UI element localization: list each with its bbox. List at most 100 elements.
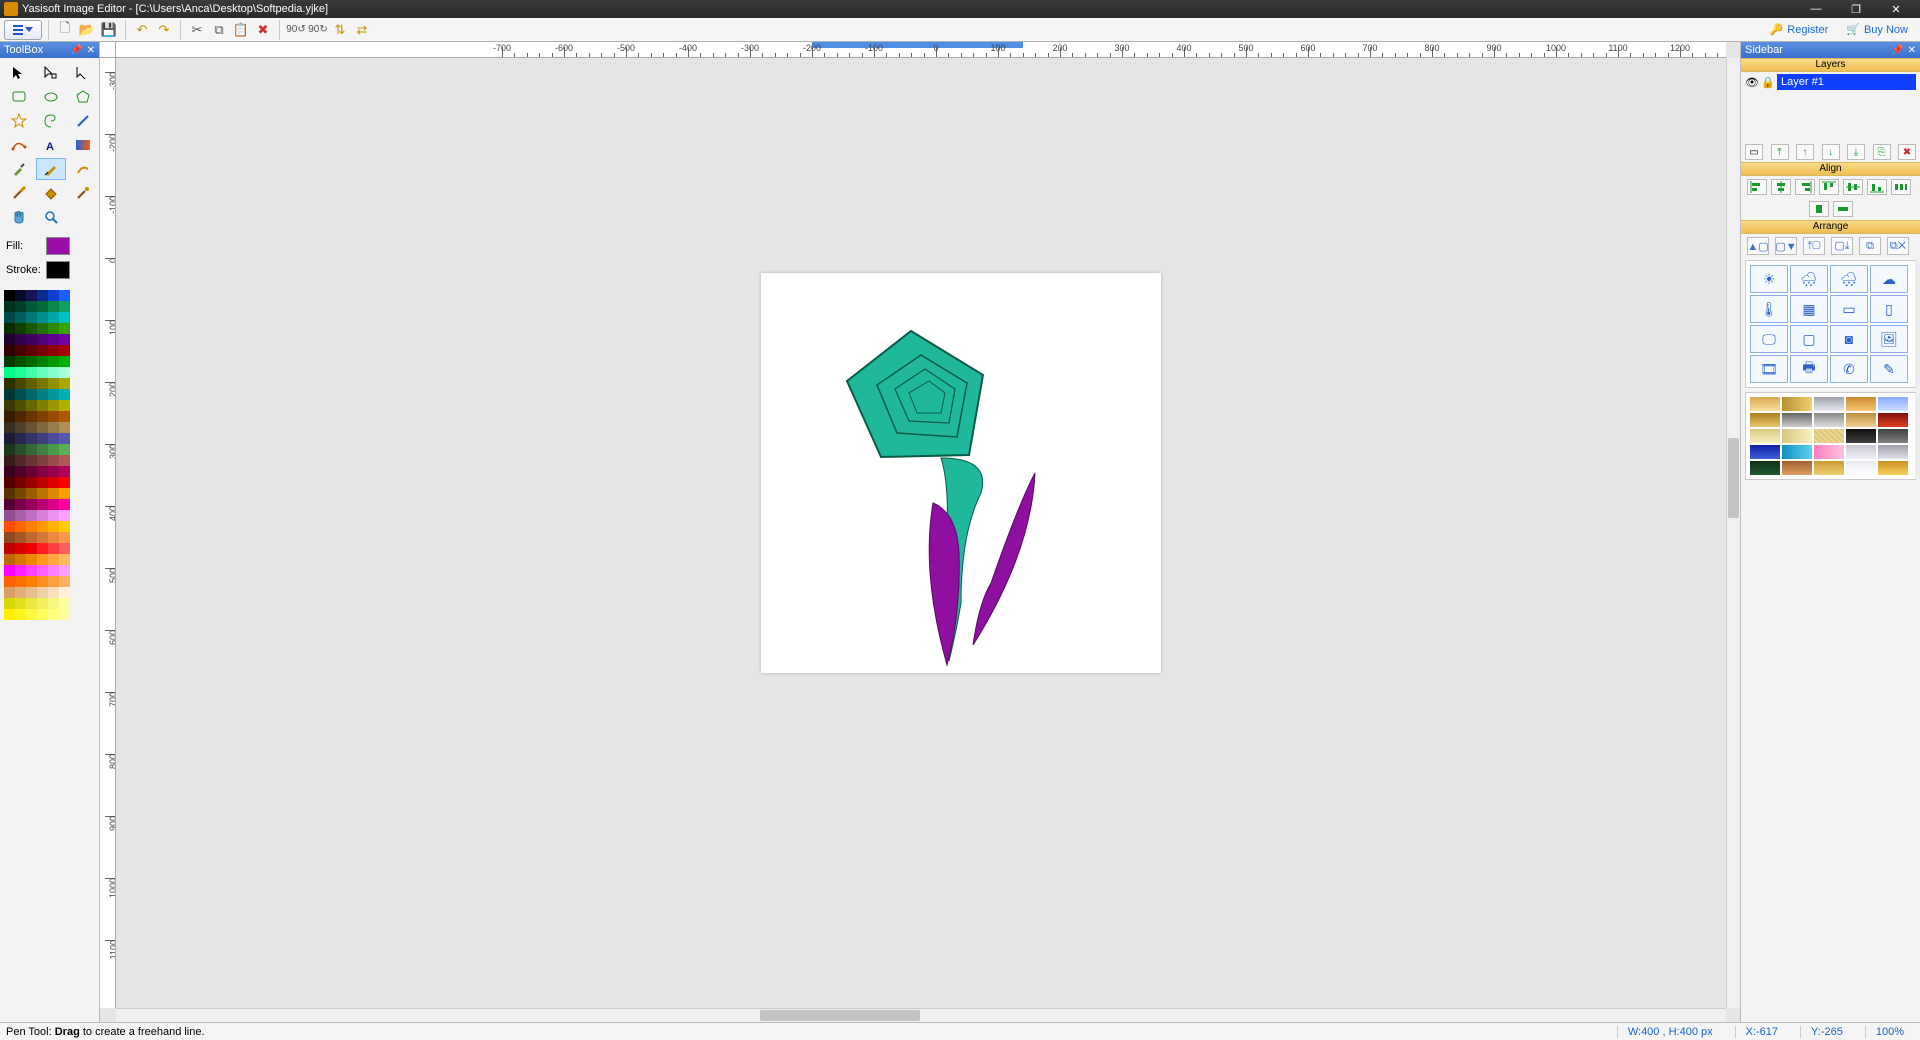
palette-swatch[interactable]	[15, 521, 26, 532]
delete-icon[interactable]: ✖	[253, 20, 273, 40]
copy-icon[interactable]: ⧉	[209, 20, 229, 40]
palette-swatch[interactable]	[48, 301, 59, 312]
palette-swatch[interactable]	[48, 378, 59, 389]
duplicate-layer-button[interactable]: ⎘	[1873, 144, 1891, 160]
lock-icon[interactable]: 🔒	[1761, 76, 1775, 89]
palette-swatch[interactable]	[59, 466, 70, 477]
save-file-icon[interactable]: 💾	[99, 20, 119, 40]
palette-swatch[interactable]	[48, 554, 59, 565]
palette-swatch[interactable]	[26, 400, 37, 411]
palette-swatch[interactable]	[37, 488, 48, 499]
layer-bottom-button[interactable]: ⤓	[1847, 144, 1865, 160]
palette-swatch[interactable]	[59, 609, 70, 620]
palette-swatch[interactable]	[37, 334, 48, 345]
select-tool[interactable]	[4, 62, 34, 84]
align-right-button[interactable]	[1795, 179, 1815, 195]
artboard[interactable]	[761, 273, 1161, 673]
layer-down-button[interactable]: ↓	[1822, 144, 1840, 160]
palette-swatch[interactable]	[4, 609, 15, 620]
gradient-swatch[interactable]	[1782, 429, 1812, 443]
palette-swatch[interactable]	[59, 477, 70, 488]
palette-swatch[interactable]	[59, 334, 70, 345]
gradient-swatch[interactable]	[1878, 413, 1908, 427]
shape-film[interactable]: 🎞	[1750, 355, 1788, 383]
palette-swatch[interactable]	[48, 433, 59, 444]
palette-swatch[interactable]	[26, 521, 37, 532]
palette-swatch[interactable]	[15, 477, 26, 488]
palette-swatch[interactable]	[26, 334, 37, 345]
palette-swatch[interactable]	[4, 521, 15, 532]
gradient-swatch[interactable]	[1846, 413, 1876, 427]
palette-swatch[interactable]	[37, 422, 48, 433]
eyedropper-tool[interactable]	[4, 158, 34, 180]
shape-camera[interactable]: ◙	[1830, 325, 1868, 353]
palette-swatch[interactable]	[59, 499, 70, 510]
ellipse-tool[interactable]	[36, 86, 66, 108]
align-center-v-button[interactable]	[1843, 179, 1863, 195]
palette-swatch[interactable]	[4, 400, 15, 411]
palette-swatch[interactable]	[59, 455, 70, 466]
palette-swatch[interactable]	[26, 466, 37, 477]
palette-swatch[interactable]	[37, 521, 48, 532]
gradient-swatch[interactable]	[1846, 429, 1876, 443]
palette-swatch[interactable]	[37, 455, 48, 466]
palette-swatch[interactable]	[15, 587, 26, 598]
layer-name[interactable]: Layer #1	[1777, 74, 1916, 90]
palette-swatch[interactable]	[15, 389, 26, 400]
bring-forward-button[interactable]: ▲▢	[1747, 237, 1769, 255]
palette-swatch[interactable]	[59, 554, 70, 565]
center-canvas-h-button[interactable]	[1809, 201, 1829, 217]
main-menu-button[interactable]	[4, 20, 42, 40]
palette-swatch[interactable]	[4, 466, 15, 477]
gradient-swatch[interactable]	[1814, 461, 1844, 475]
gradient-swatch[interactable]	[1846, 397, 1876, 411]
palette-swatch[interactable]	[59, 488, 70, 499]
palette-swatch[interactable]	[48, 576, 59, 587]
palette-swatch[interactable]	[4, 345, 15, 356]
align-bottom-button[interactable]	[1867, 179, 1887, 195]
ungroup-button[interactable]: ⧉✕	[1887, 237, 1909, 255]
palette-swatch[interactable]	[37, 389, 48, 400]
rotate-cw-icon[interactable]: 90↻	[308, 20, 328, 40]
shape-rain[interactable]: 🌧	[1790, 265, 1828, 293]
palette-swatch[interactable]	[26, 554, 37, 565]
redo-icon[interactable]: ↷	[154, 20, 174, 40]
shape-window[interactable]: ▭	[1830, 295, 1868, 323]
gradient-swatch[interactable]	[1750, 445, 1780, 459]
layer-top-button[interactable]: ⤒	[1771, 144, 1789, 160]
palette-swatch[interactable]	[15, 488, 26, 499]
palette-swatch[interactable]	[48, 532, 59, 543]
palette-swatch[interactable]	[48, 389, 59, 400]
new-file-icon[interactable]: 🗋	[55, 20, 75, 40]
palette-swatch[interactable]	[26, 290, 37, 301]
palette-swatch[interactable]	[48, 323, 59, 334]
buy-now-link[interactable]: 🛒 Buy Now	[1846, 23, 1908, 36]
palette-swatch[interactable]	[37, 356, 48, 367]
palette-swatch[interactable]	[48, 356, 59, 367]
shape-monitor[interactable]: 🖵	[1750, 325, 1788, 353]
palette-swatch[interactable]	[15, 301, 26, 312]
palette-swatch[interactable]	[4, 334, 15, 345]
horizontal-scrollbar[interactable]	[116, 1008, 1726, 1022]
shape-frame[interactable]: ▢	[1790, 325, 1828, 353]
palette-swatch[interactable]	[4, 444, 15, 455]
gradient-tool[interactable]	[68, 134, 98, 156]
palette-swatch[interactable]	[15, 609, 26, 620]
palette-swatch[interactable]	[37, 587, 48, 598]
shapes-scrollbar[interactable]	[1915, 261, 1920, 387]
spiral-tool[interactable]	[36, 110, 66, 132]
palette-swatch[interactable]	[15, 532, 26, 543]
brush-tool[interactable]	[4, 182, 34, 204]
palette-swatch[interactable]	[26, 411, 37, 422]
palette-swatch[interactable]	[48, 565, 59, 576]
palette-swatch[interactable]	[4, 312, 15, 323]
cut-icon[interactable]: ✂	[187, 20, 207, 40]
color-palette[interactable]	[0, 288, 99, 622]
align-left-button[interactable]	[1747, 179, 1767, 195]
rectangle-tool[interactable]	[4, 86, 34, 108]
palette-swatch[interactable]	[15, 598, 26, 609]
palette-swatch[interactable]	[15, 510, 26, 521]
palette-swatch[interactable]	[37, 312, 48, 323]
palette-swatch[interactable]	[37, 576, 48, 587]
palette-swatch[interactable]	[26, 532, 37, 543]
